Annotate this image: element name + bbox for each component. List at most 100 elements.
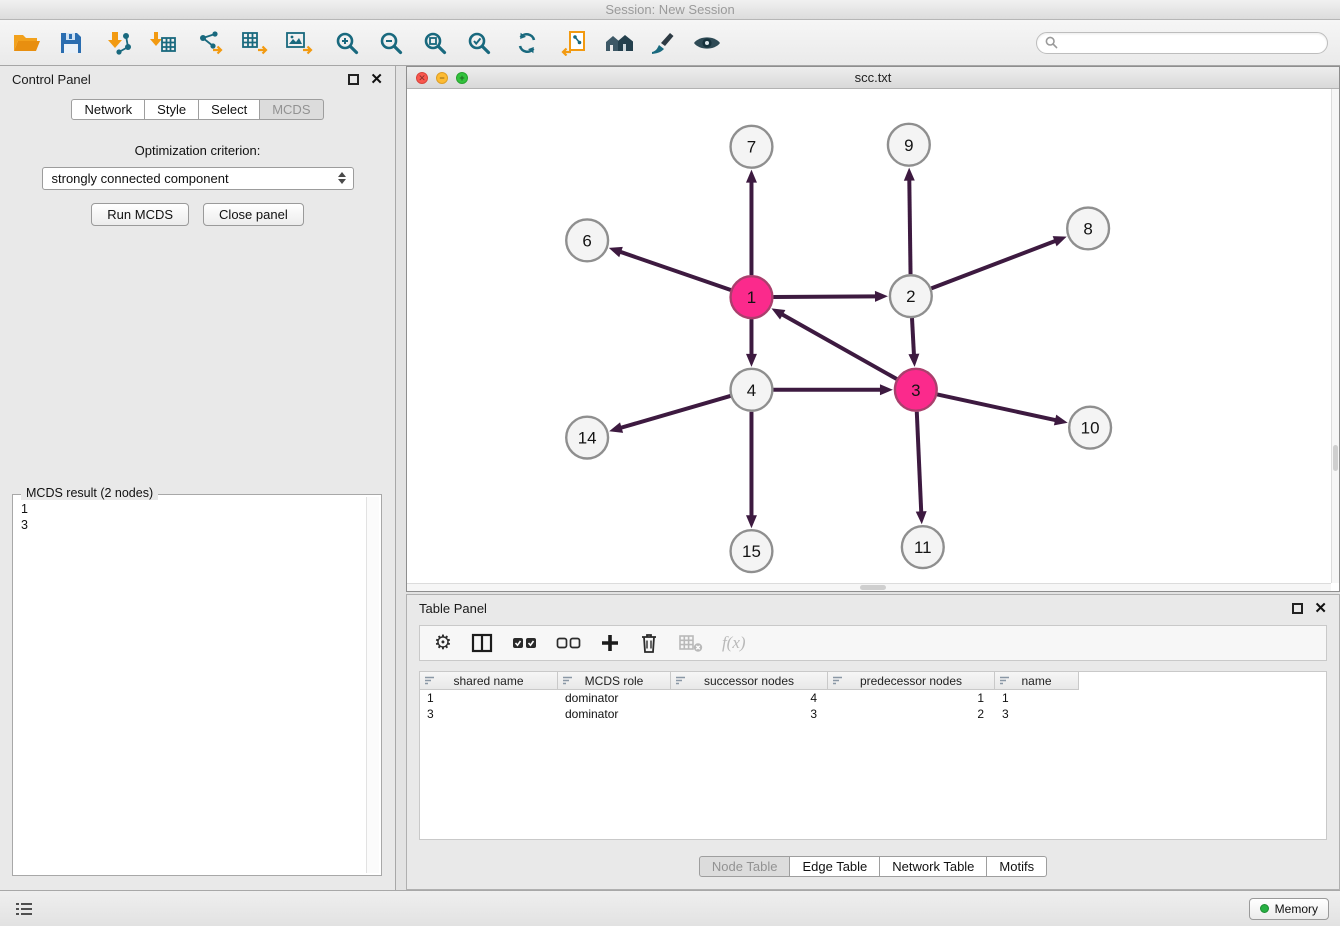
function-builder-button[interactable]: f(x) xyxy=(722,633,746,653)
node-3[interactable]: 3 xyxy=(895,369,937,411)
edge-3-1[interactable] xyxy=(771,308,896,379)
mcds-result-list: 13 xyxy=(16,498,364,872)
edge-2-3[interactable] xyxy=(908,318,919,367)
close-panel-icon[interactable]: ✕ xyxy=(370,72,383,87)
search-field[interactable] xyxy=(1036,32,1328,54)
column-header-mcds-role[interactable]: MCDS role xyxy=(558,672,671,690)
edge-4-14[interactable] xyxy=(609,396,730,433)
table-cell: dominator xyxy=(558,707,671,721)
save-session-button[interactable] xyxy=(56,29,86,57)
tab-node-table[interactable]: Node Table xyxy=(699,856,791,877)
edge-2-9[interactable] xyxy=(904,168,915,275)
network-canvas[interactable]: 7 9 6 8 1 2 4 3 14 10 15 11 xyxy=(407,89,1331,583)
node-7[interactable]: 7 xyxy=(731,126,773,168)
edge-3-11[interactable] xyxy=(916,412,927,525)
edge-1-6[interactable] xyxy=(609,247,731,290)
column-header-successor-nodes[interactable]: successor nodes xyxy=(671,672,828,690)
export-group xyxy=(196,29,314,57)
export-network-button[interactable] xyxy=(196,29,226,57)
window-minimize-icon[interactable] xyxy=(436,72,448,84)
node-4[interactable]: 4 xyxy=(731,369,773,411)
dropdown-value: strongly connected component xyxy=(52,171,229,186)
network-vertical-scrollbar[interactable] xyxy=(1331,89,1339,583)
window-close-icon[interactable] xyxy=(416,72,428,84)
network-horizontal-scrollbar[interactable] xyxy=(407,583,1331,591)
optimization-criterion-dropdown[interactable]: strongly connected component xyxy=(42,167,354,190)
control-panel-title: Control Panel xyxy=(12,72,91,87)
table-row[interactable]: 3dominator323 xyxy=(420,706,1326,722)
table-cell: 1 xyxy=(420,691,558,705)
first-neighbors-button[interactable] xyxy=(604,29,634,57)
search-input[interactable] xyxy=(1064,36,1319,50)
network-window-titlebar[interactable]: scc.txt xyxy=(407,67,1339,89)
edge-2-8[interactable] xyxy=(931,236,1066,288)
node-2[interactable]: 2 xyxy=(890,275,932,317)
import-table-button[interactable] xyxy=(148,29,178,57)
float-table-panel-icon[interactable] xyxy=(1292,603,1303,614)
node-label: 2 xyxy=(906,287,915,306)
export-table-button[interactable] xyxy=(240,29,270,57)
run-mcds-button[interactable]: Run MCDS xyxy=(91,203,189,226)
toggle-panel-button[interactable] xyxy=(471,633,493,653)
node-9[interactable]: 9 xyxy=(888,124,930,166)
main-toolbar xyxy=(0,20,1340,66)
control-panel-tabs: NetworkStyleSelectMCDS xyxy=(0,99,395,120)
open-file-button[interactable] xyxy=(12,29,42,57)
task-history-button[interactable] xyxy=(11,897,37,921)
select-all-button[interactable] xyxy=(512,636,537,650)
tab-network-table[interactable]: Network Table xyxy=(880,856,987,877)
column-header-name[interactable]: name xyxy=(995,672,1079,690)
memory-button[interactable]: Memory xyxy=(1249,898,1329,920)
tab-style[interactable]: Style xyxy=(145,99,199,120)
edge-1-2[interactable] xyxy=(773,291,888,302)
edge-4-3[interactable] xyxy=(773,384,893,395)
table-cell: 1 xyxy=(828,691,995,705)
window-zoom-icon[interactable] xyxy=(456,72,468,84)
add-column-button[interactable] xyxy=(600,633,620,653)
delete-column-button[interactable] xyxy=(639,632,659,654)
node-1[interactable]: 1 xyxy=(731,276,773,318)
column-settings-button[interactable]: ⚙ xyxy=(434,633,452,653)
mcds-result-scrollbar[interactable] xyxy=(366,497,379,873)
float-panel-icon[interactable] xyxy=(348,74,359,85)
node-10[interactable]: 10 xyxy=(1069,407,1111,449)
tab-mcds[interactable]: MCDS xyxy=(260,99,323,120)
edge-arrowhead-icon xyxy=(908,354,919,367)
delete-table-button[interactable] xyxy=(678,633,703,653)
node-label: 6 xyxy=(582,231,591,250)
import-network-button[interactable] xyxy=(104,29,134,57)
sort-icon xyxy=(675,675,686,686)
deselect-all-button[interactable] xyxy=(556,636,581,650)
node-8[interactable]: 8 xyxy=(1067,208,1109,250)
delete-table-icon xyxy=(678,633,703,653)
tab-motifs[interactable]: Motifs xyxy=(987,856,1047,877)
edge-arrowhead-icon xyxy=(875,291,888,302)
column-header-predecessor-nodes[interactable]: predecessor nodes xyxy=(828,672,995,690)
close-table-panel-icon[interactable]: ✕ xyxy=(1314,601,1327,616)
node-6[interactable]: 6 xyxy=(566,219,608,261)
edge-1-4[interactable] xyxy=(746,319,757,367)
export-image-button[interactable] xyxy=(284,29,314,57)
tab-edge-table[interactable]: Edge Table xyxy=(790,856,880,877)
node-11[interactable]: 11 xyxy=(902,526,944,568)
node-14[interactable]: 14 xyxy=(566,417,608,459)
gear-icon: ⚙ xyxy=(434,633,452,653)
sort-icon xyxy=(562,675,573,686)
zoom-selected-button[interactable] xyxy=(464,29,494,57)
zoom-out-button[interactable] xyxy=(376,29,406,57)
zoom-fit-button[interactable] xyxy=(420,29,450,57)
column-header-shared-name[interactable]: shared name xyxy=(420,672,558,690)
table-row[interactable]: 1dominator411 xyxy=(420,690,1326,706)
tab-network[interactable]: Network xyxy=(71,99,145,120)
refresh-view-button[interactable] xyxy=(512,29,542,57)
edge-4-15[interactable] xyxy=(746,412,757,529)
tab-select[interactable]: Select xyxy=(199,99,260,120)
apply-style-button[interactable] xyxy=(648,29,678,57)
edge-3-10[interactable] xyxy=(937,394,1067,425)
show-graphics-details-button[interactable] xyxy=(692,29,722,57)
zoom-in-button[interactable] xyxy=(332,29,362,57)
close-panel-button[interactable]: Close panel xyxy=(203,203,304,226)
node-15[interactable]: 15 xyxy=(731,530,773,572)
edge-1-7[interactable] xyxy=(746,170,757,276)
new-network-from-selection-button[interactable] xyxy=(560,29,590,57)
